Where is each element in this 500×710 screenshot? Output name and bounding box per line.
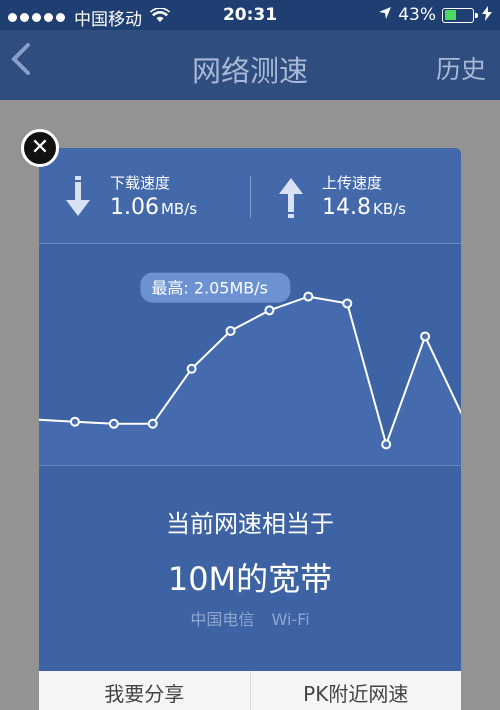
network-info: 中国电信 Wi-Fi	[39, 606, 461, 630]
peak-bubble: 最高: 2.05MB/s	[140, 272, 291, 303]
upload-value-row: 14.8 KB/s	[322, 195, 406, 220]
download-label: 下载速度	[110, 174, 171, 192]
speed-stats: 下载速度 1.06 MB/s 上传速度 14.8 KB/s	[39, 148, 461, 244]
status-bar: 中国移动 20:31 43%	[0, 0, 500, 30]
download-unit: MB/s	[160, 200, 198, 218]
chart-point	[342, 298, 353, 309]
battery-fill	[444, 10, 457, 20]
peak-label: 最高: 2.05MB/s	[151, 279, 268, 298]
location-arrow-icon	[378, 6, 392, 24]
upload-stat: 上传速度 14.8 KB/s	[322, 172, 406, 220]
speed-chart-svg: 最高: 2.05MB/s	[39, 272, 461, 465]
chart-point	[381, 439, 392, 450]
download-arrow-icon	[65, 176, 91, 218]
page-title: 网络测速	[191, 54, 308, 88]
chart-point	[225, 325, 236, 336]
history-button[interactable]: 历史	[436, 50, 486, 86]
share-button[interactable]: 我要分享	[39, 671, 250, 710]
download-value: 1.06	[110, 195, 159, 220]
chart-point	[264, 305, 275, 316]
close-x-icon[interactable]: ✕	[21, 129, 59, 167]
download-stat: 下载速度 1.06 MB/s	[110, 172, 197, 220]
chart-point	[186, 363, 197, 374]
battery-icon	[442, 7, 478, 23]
card-actions: 我要分享 PK附近网速	[39, 671, 461, 710]
charging-bolt-icon	[482, 5, 492, 25]
bandwidth-result: 10M的宽带	[167, 560, 333, 598]
chart-fill-area	[39, 296, 461, 465]
upload-arrow-icon	[278, 176, 304, 218]
stats-divider	[250, 176, 251, 218]
chart-point	[108, 418, 119, 429]
chart-point	[69, 416, 80, 427]
download-value-row: 1.06 MB/s	[110, 195, 197, 220]
chart-bottom-line	[39, 465, 461, 466]
network-provider: 中国电信	[190, 610, 255, 629]
equivalent-text: 当前网速相当于	[166, 510, 334, 538]
battery-percent: 43%	[398, 5, 436, 25]
upload-unit: KB/s	[372, 200, 406, 218]
nav-bar: 网络测速 历史	[0, 30, 500, 100]
chart-point	[303, 291, 314, 302]
chart-point	[420, 331, 431, 342]
upload-label: 上传速度	[322, 174, 383, 192]
pk-nearby-button[interactable]: PK附近网速	[249, 671, 462, 710]
status-right: 43%	[378, 5, 492, 25]
upload-value: 14.8	[322, 195, 371, 220]
chart-point	[147, 418, 158, 429]
speed-chart: 最高: 2.05MB/s	[39, 245, 461, 465]
network-type: Wi-Fi	[271, 610, 310, 629]
speed-result-card: 下载速度 1.06 MB/s 上传速度 14.8 KB/s 最高: 2.05MB/s	[39, 148, 461, 710]
